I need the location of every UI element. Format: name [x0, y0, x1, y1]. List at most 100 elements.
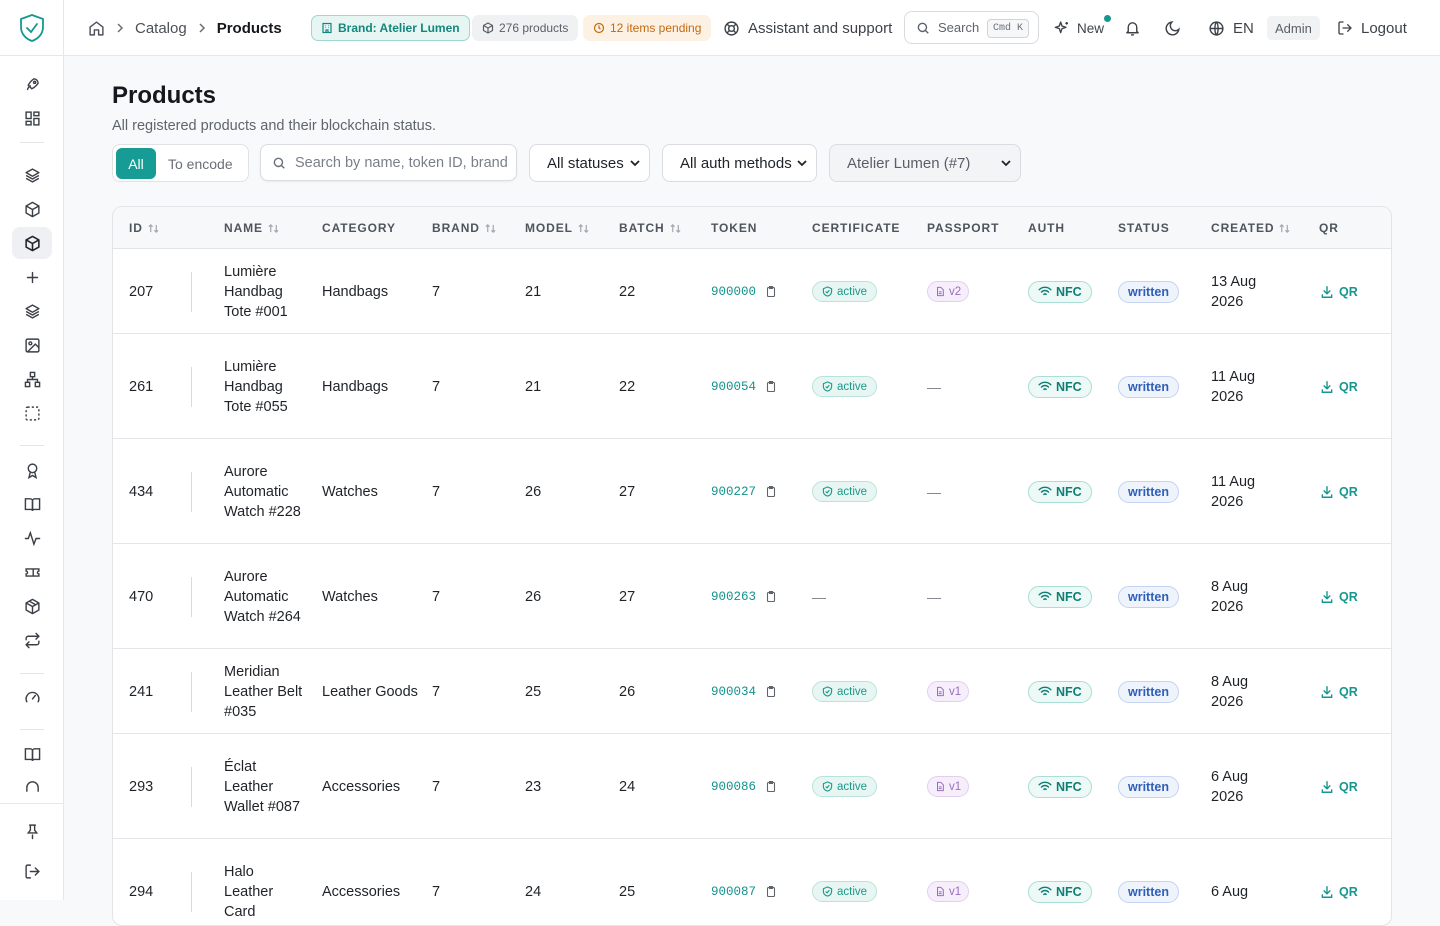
token-id[interactable]: 900227 [711, 482, 756, 502]
qr-download-link[interactable]: QR [1320, 734, 1358, 839]
qr-download-link[interactable]: QR [1320, 334, 1358, 439]
header-batch[interactable]: BATCH [619, 207, 681, 249]
segment-all[interactable]: All [116, 148, 156, 179]
selection-icon[interactable] [21, 402, 43, 424]
qr-download-link[interactable]: QR [1320, 649, 1358, 734]
gauge-icon[interactable] [21, 686, 43, 708]
nfc-icon [1038, 381, 1052, 392]
language-switcher[interactable]: EN [1208, 0, 1254, 56]
header-name[interactable]: NAME [224, 207, 279, 249]
created-date: 11 Aug 2026 [1211, 368, 1256, 405]
nfc-icon [1038, 486, 1052, 497]
search-input[interactable] [295, 154, 510, 171]
product-name[interactable]: Lumière Handbag Tote #055 [224, 334, 304, 439]
sidebar-divider [0, 55, 63, 56]
brand-filter-select[interactable]: Atelier Lumen (#7) [829, 144, 1021, 182]
qr-download-link[interactable]: QR [1320, 439, 1358, 544]
token-id[interactable]: 900263 [711, 587, 756, 607]
qr-download-link[interactable]: QR [1320, 839, 1358, 925]
book-icon[interactable] [21, 493, 43, 515]
rocket-icon[interactable] [21, 73, 43, 95]
token-id[interactable]: 900000 [711, 282, 756, 302]
document-icon [935, 886, 945, 897]
breadcrumb-catalog[interactable]: Catalog [135, 20, 187, 37]
token-id[interactable]: 900054 [711, 377, 756, 397]
document-icon [935, 686, 945, 697]
segment-to-encode[interactable]: To encode [168, 148, 233, 179]
product-id: 294 [129, 883, 154, 900]
table-row[interactable]: 434 Aurore Automatic Watch #228 Watches 7 26… [113, 439, 1391, 544]
pending-pill[interactable]: 12 items pending [583, 15, 712, 41]
token-id[interactable]: 900087 [711, 882, 756, 902]
product-id: 293 [129, 778, 154, 795]
auth-badge: NFC [1028, 680, 1092, 703]
product-name[interactable]: Lumière Handbag Tote #001 [224, 249, 304, 334]
book-open-icon[interactable] [21, 743, 43, 765]
copy-icon[interactable] [765, 780, 777, 793]
header-brand[interactable]: BRAND [432, 207, 496, 249]
package-icon[interactable] [21, 595, 43, 617]
box-icon[interactable] [21, 198, 43, 220]
auth-filter-select[interactable]: All auth methods [662, 144, 817, 182]
table-row[interactable]: 241 Meridian Leather Belt #035 Leather Goo… [113, 649, 1391, 734]
stack-icon[interactable] [21, 300, 43, 322]
logout-sidebar-icon[interactable] [21, 860, 43, 882]
moon-icon[interactable] [1164, 0, 1181, 56]
product-brand: 7 [432, 588, 441, 605]
copy-icon[interactable] [765, 590, 777, 603]
new-button[interactable]: New [1054, 0, 1111, 56]
copy-icon[interactable] [765, 885, 777, 898]
download-icon [1320, 285, 1334, 299]
logout-button[interactable]: Logout [1337, 0, 1407, 56]
token-id[interactable]: 900034 [711, 682, 756, 702]
bell-icon[interactable] [1124, 0, 1141, 56]
header-model[interactable]: MODEL [525, 207, 589, 249]
product-name[interactable]: Aurore Automatic Watch #264 [224, 544, 304, 649]
image-icon[interactable] [21, 334, 43, 356]
copy-icon[interactable] [765, 685, 777, 698]
table-row[interactable]: 470 Aurore Automatic Watch #264 Watches 7 26… [113, 544, 1391, 649]
award-icon[interactable] [21, 459, 43, 481]
cube-icon [482, 22, 494, 34]
document-icon [935, 286, 945, 297]
header-id[interactable]: ID [129, 207, 159, 249]
product-model: 26 [525, 588, 542, 605]
qr-download-link[interactable]: QR [1320, 249, 1358, 334]
global-search-button[interactable]: Search Cmd K [904, 11, 1039, 44]
brand-pill[interactable]: Brand: Atelier Lumen [311, 15, 470, 41]
headset-icon[interactable] [21, 776, 43, 798]
table-row[interactable]: 261 Lumière Handbag Tote #055 Handbags 7 21 2… [113, 334, 1391, 439]
token-id[interactable]: 900086 [711, 777, 756, 797]
layers-icon[interactable] [21, 164, 43, 186]
product-name[interactable]: Halo Leather Card [224, 839, 304, 925]
certificate-badge: active [812, 681, 878, 702]
hierarchy-icon[interactable] [21, 368, 43, 390]
table-row[interactable]: 293 Éclat Leather Wallet #087 Accessories 7… [113, 734, 1391, 839]
product-name[interactable]: Éclat Leather Wallet #087 [224, 734, 304, 839]
product-name[interactable]: Aurore Automatic Watch #228 [224, 439, 304, 544]
table-row[interactable]: 294 Halo Leather Card Accessories 7 24 25 9000… [113, 839, 1391, 925]
copy-icon[interactable] [765, 380, 777, 393]
products-nav-icon[interactable] [12, 227, 52, 259]
download-icon [1320, 685, 1334, 699]
product-batch: 22 [619, 283, 636, 300]
pin-icon[interactable] [21, 820, 43, 842]
activity-icon[interactable] [21, 527, 43, 549]
shield-logo-icon[interactable] [19, 13, 45, 43]
header-created[interactable]: CREATED [1211, 207, 1290, 249]
grid-icon[interactable] [21, 107, 43, 129]
status-cell: written [1118, 249, 1179, 334]
assistant-support-link[interactable]: Assistant and support [723, 0, 892, 56]
copy-icon[interactable] [765, 285, 777, 298]
product-name[interactable]: Meridian Leather Belt #035 [224, 649, 304, 734]
table-row[interactable]: 207 Lumière Handbag Tote #001 Handbags 7 21 2… [113, 249, 1391, 334]
product-id: 470 [129, 588, 154, 605]
repeat-icon[interactable] [21, 629, 43, 651]
status-filter-select[interactable]: All statuses [529, 144, 650, 182]
copy-icon[interactable] [765, 485, 777, 498]
qr-download-link[interactable]: QR [1320, 544, 1358, 649]
certificate-cell: active [812, 649, 878, 734]
ticket-icon[interactable] [21, 561, 43, 583]
plus-icon[interactable] [21, 266, 43, 288]
home-icon[interactable] [88, 20, 105, 37]
